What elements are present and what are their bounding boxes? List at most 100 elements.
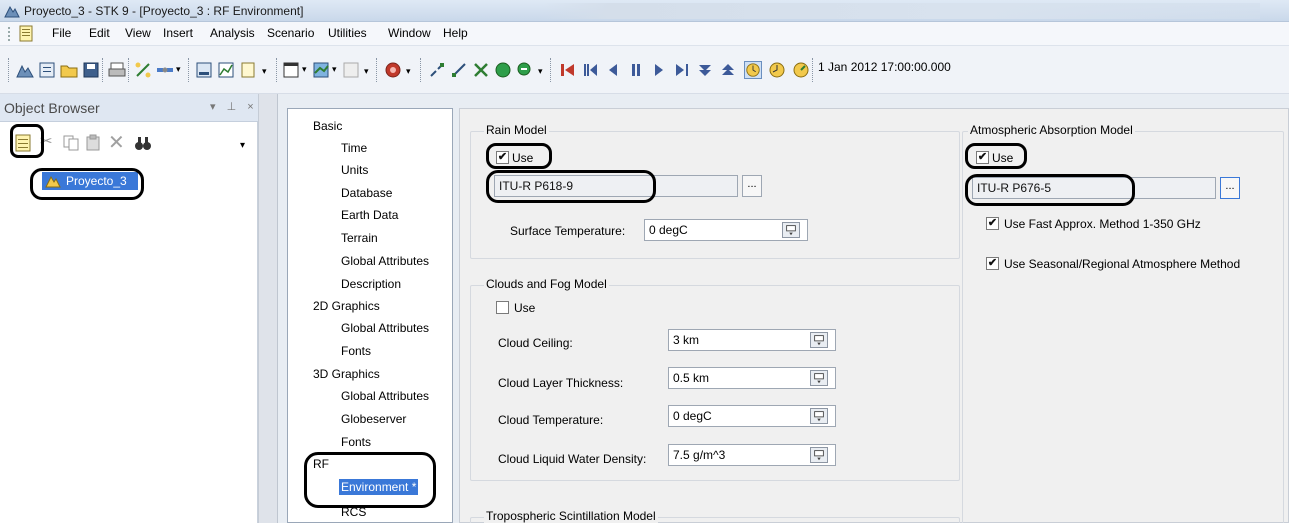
unit-selector-icon[interactable] <box>782 222 800 238</box>
nav-basic[interactable]: Basic <box>313 119 342 133</box>
home-view-icon[interactable] <box>494 61 512 79</box>
tree-item-label: Proyecto_3 <box>66 174 127 188</box>
seasonal-regional-checkbox[interactable]: ✔ <box>986 257 999 270</box>
atmospheric-use-checkbox[interactable]: ✔ <box>976 151 989 164</box>
play-icon[interactable] <box>650 61 668 79</box>
atmospheric-model-field[interactable]: ITU-R P676-5 <box>972 177 1216 199</box>
nav-2d-graphics[interactable]: 2D Graphics <box>313 299 380 313</box>
nav-3d-global-attributes[interactable]: Global Attributes <box>341 389 429 403</box>
link-icon[interactable] <box>134 61 152 79</box>
fast-approx-checkbox[interactable]: ✔ <box>986 217 999 230</box>
toolbar-overflow-icon[interactable]: ▾ <box>262 66 267 77</box>
dropdown-arrow-icon[interactable]: ▾ <box>332 64 337 75</box>
unit-selector-icon[interactable] <box>810 447 828 463</box>
unit-selector-icon[interactable] <box>810 332 828 348</box>
dynamic-display-icon[interactable] <box>239 61 257 79</box>
toolbar-overflow-icon[interactable]: ▾ <box>406 66 411 77</box>
window-icon[interactable] <box>282 61 300 79</box>
print-icon[interactable] <box>108 61 126 79</box>
animation-time-display[interactable]: 1 Jan 2012 17:00:00.000 <box>818 60 951 74</box>
pane-splitter[interactable] <box>258 94 278 523</box>
paste-icon[interactable] <box>84 134 102 152</box>
clouds-fog-title: Clouds and Fog Model <box>484 277 609 291</box>
nav-earth-data[interactable]: Earth Data <box>341 208 398 222</box>
tree-item-proyecto-3[interactable]: Proyecto_3 <box>42 172 138 190</box>
dropdown-arrow-icon[interactable]: ▾ <box>302 64 307 75</box>
menu-help[interactable]: Help <box>443 26 468 40</box>
menu-utilities[interactable]: Utilities <box>328 26 367 40</box>
save-icon[interactable] <box>82 61 100 79</box>
menu-edit[interactable]: Edit <box>89 26 110 40</box>
nav-environment-selected[interactable]: Environment * <box>339 479 419 495</box>
object-browser-pane-controls[interactable]: ▾ ⊥ × <box>210 100 258 113</box>
nav-database[interactable]: Database <box>341 186 392 200</box>
globe-icon[interactable] <box>384 61 402 79</box>
rf-environment-panel: Rain Model ✔ Use ITU-R P618-9 ... Surfac… <box>459 108 1289 523</box>
play-reverse-icon[interactable] <box>604 61 622 79</box>
step-back-icon[interactable] <box>581 61 599 79</box>
nav-globeserver[interactable]: Globeserver <box>341 412 406 426</box>
toolbar-separator <box>276 58 278 82</box>
unit-selector-icon[interactable] <box>810 408 828 424</box>
graph-icon[interactable] <box>217 61 235 79</box>
zoom-in-icon[interactable] <box>428 61 446 79</box>
reset-animation-icon[interactable] <box>558 61 576 79</box>
toolbar-overflow-icon[interactable]: ▾ <box>538 66 543 77</box>
rain-model-field[interactable]: ITU-R P618-9 <box>494 175 738 197</box>
toolbar-overflow-icon[interactable]: ▾ <box>364 66 369 77</box>
increase-step-icon[interactable] <box>719 61 737 79</box>
nav-description[interactable]: Description <box>341 277 401 291</box>
nav-rf[interactable]: RF <box>313 457 329 471</box>
nav-terrain[interactable]: Terrain <box>341 231 378 245</box>
zoom-search-icon[interactable] <box>516 61 534 79</box>
zoom-out-icon[interactable] <box>450 61 468 79</box>
map-window-icon[interactable] <box>312 61 330 79</box>
dropdown-arrow-icon[interactable]: ▾ <box>176 64 181 75</box>
properties-icon[interactable] <box>38 61 56 79</box>
open-folder-icon[interactable] <box>60 61 78 79</box>
satellite-icon[interactable] <box>156 61 174 79</box>
menu-window[interactable]: Window <box>388 26 431 40</box>
nav-global-attributes[interactable]: Global Attributes <box>341 254 429 268</box>
menu-scenario[interactable]: Scenario <box>267 26 314 40</box>
cross-tool-icon[interactable] <box>472 61 490 79</box>
step-forward-icon[interactable] <box>673 61 691 79</box>
cut-icon[interactable]: ✂ <box>40 132 53 150</box>
menu-file[interactable]: File <box>52 26 71 40</box>
menu-view[interactable]: View <box>125 26 151 40</box>
animation-mode-icon[interactable] <box>792 61 810 79</box>
new-scenario-icon[interactable] <box>16 61 34 79</box>
menu-analysis[interactable]: Analysis <box>210 26 255 40</box>
rain-model-browse-button[interactable]: ... <box>742 175 762 197</box>
toolbar-separator <box>550 58 552 82</box>
rain-use-checkbox[interactable]: ✔ <box>496 151 509 164</box>
report-icon[interactable] <box>195 61 213 79</box>
clouds-use-checkbox[interactable]: ✔ <box>496 301 509 314</box>
copy-icon[interactable] <box>62 134 80 152</box>
fast-approx-label: Use Fast Approx. Method 1-350 GHz <box>1004 217 1201 231</box>
x-real-time-icon[interactable] <box>768 61 786 79</box>
nav-3d-fonts[interactable]: Fonts <box>341 435 371 449</box>
pause-icon[interactable] <box>627 61 645 79</box>
unit-selector-icon[interactable] <box>810 370 828 386</box>
delete-icon[interactable]: ✕ <box>108 130 125 155</box>
menu-insert[interactable]: Insert <box>163 26 193 40</box>
atmospheric-use-label: Use <box>992 151 1014 165</box>
decrease-step-icon[interactable] <box>696 61 714 79</box>
title-bar: Proyecto_3 - STK 9 - [Proyecto_3 : RF En… <box>0 0 1289 22</box>
disabled-tool-icon[interactable] <box>342 61 360 79</box>
realtime-clock-icon[interactable] <box>744 61 762 79</box>
nav-3d-graphics[interactable]: 3D Graphics <box>313 367 380 381</box>
nav-2d-global-attributes[interactable]: Global Attributes <box>341 321 429 335</box>
nav-rcs[interactable]: RCS <box>341 505 366 519</box>
object-properties-icon[interactable] <box>14 134 32 152</box>
document-icon[interactable] <box>18 25 34 42</box>
nav-units[interactable]: Units <box>341 163 368 177</box>
toolbar-separator <box>188 58 190 82</box>
nav-time[interactable]: Time <box>341 141 367 155</box>
find-binoculars-icon[interactable] <box>134 134 152 152</box>
nav-2d-fonts[interactable]: Fonts <box>341 344 371 358</box>
atmospheric-model-browse-button[interactable]: ... <box>1220 177 1240 199</box>
ob-toolbar-overflow-icon[interactable]: ▾ <box>240 140 245 151</box>
scenario-icon <box>45 175 61 188</box>
